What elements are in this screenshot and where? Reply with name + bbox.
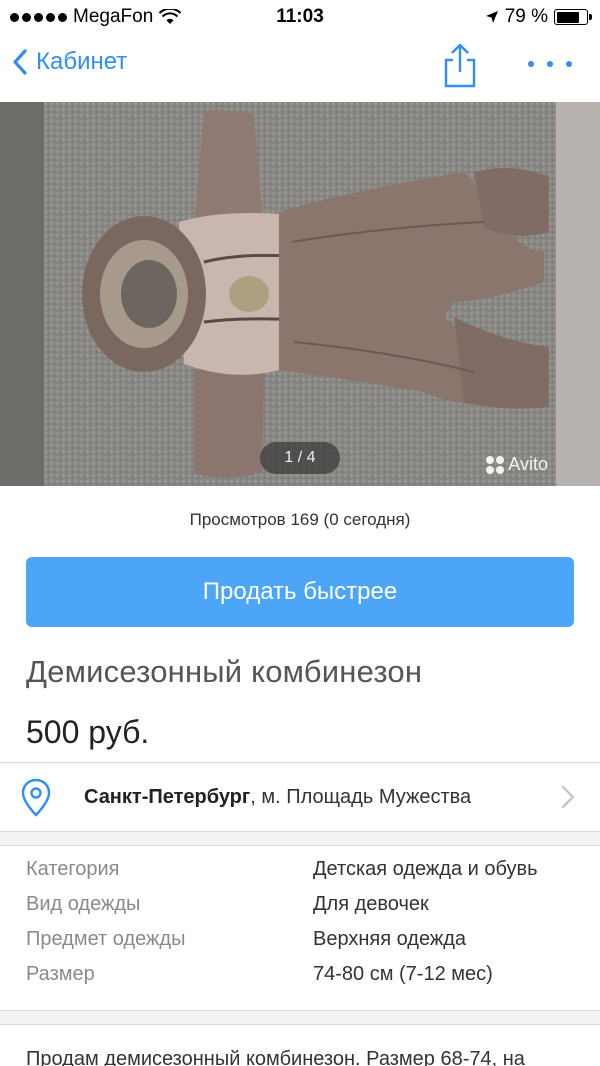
avito-watermark: Avito — [486, 454, 548, 475]
section-gap — [0, 832, 600, 845]
back-label: Кабинет — [36, 48, 128, 75]
watermark-text: Avito — [508, 454, 548, 474]
param-value: Детская одежда и обувь — [313, 858, 538, 880]
back-button[interactable]: Кабинет — [12, 48, 127, 76]
sell-faster-button[interactable]: Продать быстрее — [26, 557, 574, 627]
location-row[interactable]: Санкт-Петербург, м. Площадь Мужества — [0, 762, 600, 832]
battery-percent: 79 % — [504, 6, 548, 27]
location-city: Санкт-Петербург — [84, 786, 251, 808]
share-button[interactable] — [438, 42, 482, 88]
more-dot-icon — [566, 61, 572, 67]
section-gap — [0, 1011, 600, 1024]
photo-gallery[interactable]: 1 / 4 Avito — [0, 102, 600, 486]
status-bar: MegaFon 11:03 79 % — [0, 0, 600, 36]
param-value: 74-80 см (7-12 мес) — [313, 963, 493, 985]
listing-title: Демисезонный комбинезон — [26, 654, 423, 689]
param-value: Для девочек — [313, 893, 429, 915]
battery-icon — [554, 9, 592, 25]
param-label: Вид одежды — [26, 893, 141, 915]
more-options-button[interactable] — [528, 54, 572, 74]
avito-logo-icon — [486, 455, 505, 474]
status-right: 79 % — [485, 6, 592, 28]
divider — [0, 845, 600, 846]
location-arrow-icon — [485, 11, 498, 23]
param-label: Предмет одежды — [26, 928, 186, 950]
next-photo-peek — [556, 102, 600, 486]
more-dot-icon — [528, 61, 534, 67]
param-label: Размер — [26, 963, 95, 985]
location-text: Санкт-Петербург, м. Площадь Мужества — [84, 786, 471, 809]
previous-photo-peek — [0, 102, 44, 486]
param-row: Размер 74-80 см (7-12 мес) — [0, 963, 600, 997]
listing-description: Продам демисезонный комбинезон. Размер 6… — [26, 1048, 525, 1066]
chevron-left-icon — [13, 49, 27, 75]
nav-bar: Кабинет — [0, 36, 600, 102]
param-row: Категория Детская одежда и обувь — [0, 858, 600, 892]
chevron-right-icon — [561, 785, 575, 809]
listing-price: 500 руб. — [26, 714, 150, 750]
divider — [0, 1024, 600, 1025]
views-counter: Просмотров 169 (0 сегодня) — [189, 510, 411, 529]
param-row: Предмет одежды Верхняя одежда — [0, 928, 600, 962]
share-icon — [444, 43, 476, 88]
map-pin-icon — [21, 778, 51, 817]
location-metro: , м. Площадь Мужества — [250, 786, 472, 808]
param-value: Верхняя одежда — [313, 928, 467, 950]
product-photo[interactable] — [44, 102, 556, 486]
param-row: Вид одежды Для девочек — [0, 893, 600, 927]
param-label: Категория — [26, 858, 120, 880]
more-dot-icon — [547, 61, 553, 67]
photo-counter: 1 / 4 — [260, 442, 340, 474]
